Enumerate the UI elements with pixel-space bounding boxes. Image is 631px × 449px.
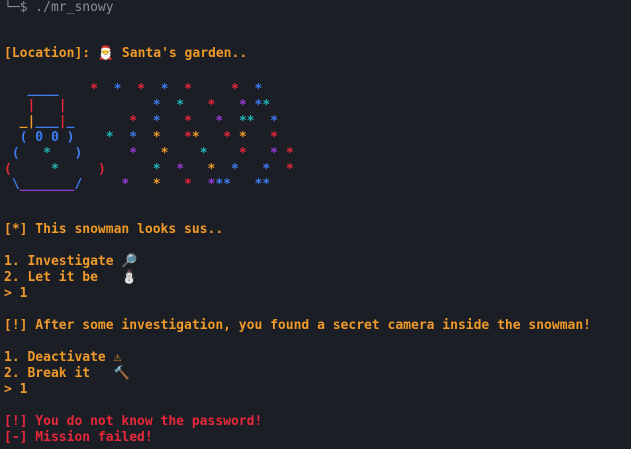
- menu-option-let-it-be: 2. Let it be ⛄: [4, 270, 138, 285]
- user-input-1: > 1: [4, 286, 28, 301]
- menu-option-deactivate: 1. Deactivate ⚠: [4, 350, 122, 365]
- error-password-line: [!] You do not know the password!: [4, 414, 263, 429]
- status-line: [*] This snowman looks sus..: [4, 222, 224, 237]
- user-input-2: > 1: [4, 382, 28, 397]
- found-camera-line: [!] After some investigation, you found …: [4, 318, 591, 333]
- mission-failed-line: [-] Mission failed!: [4, 430, 153, 445]
- snowman-ascii-art: ____ * * * * * * * | | * * * * ** _|___|…: [4, 82, 294, 193]
- command-line: └─$ ./mr_snowy: [4, 0, 114, 15]
- menu-option-break-it: 2. Break it 🔨: [4, 366, 130, 381]
- location-line: [Location]: 🎅 Santa's garden..: [4, 46, 248, 61]
- menu-option-investigate: 1. Investigate 🔎: [4, 254, 138, 269]
